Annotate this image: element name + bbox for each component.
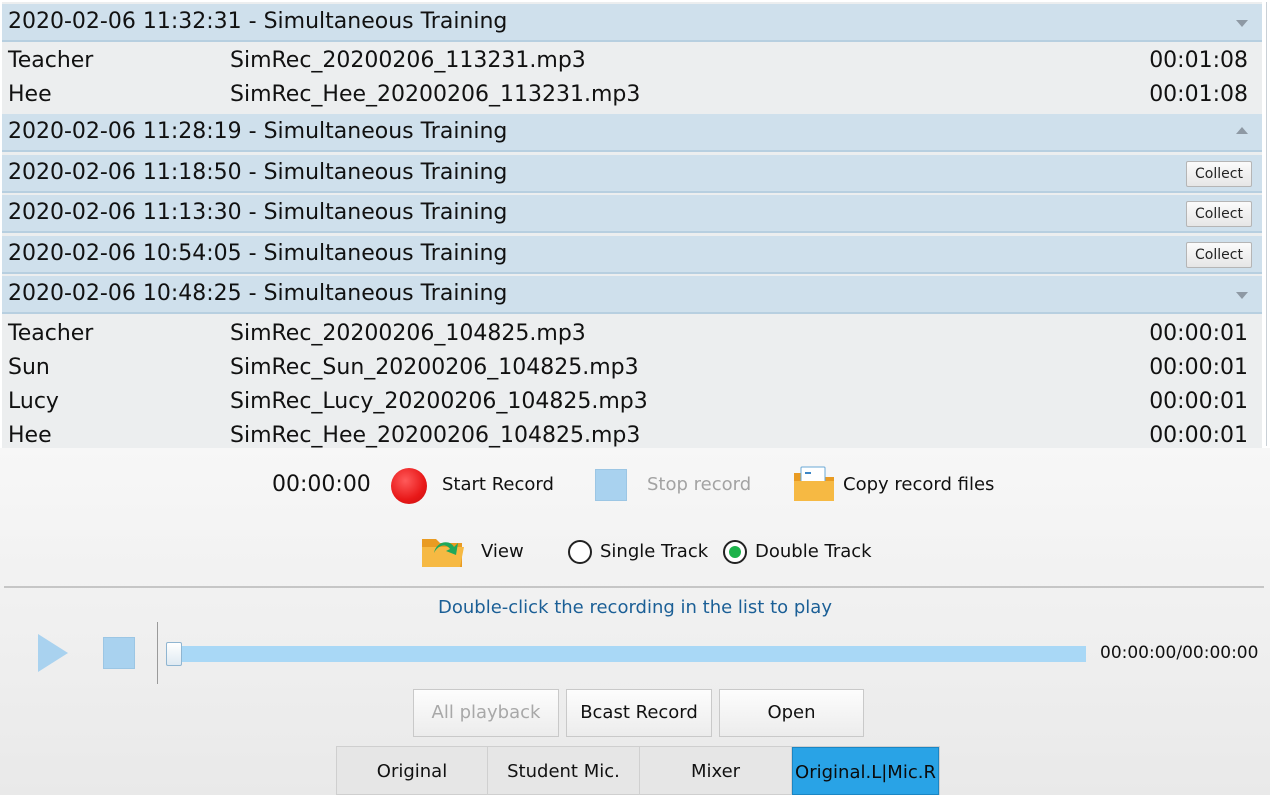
panel-divider (4, 586, 1264, 588)
file-owner: Hee (8, 82, 52, 107)
file-name: SimRec_20200206_104825.mp3 (230, 321, 586, 346)
tab-original[interactable]: Original (337, 747, 488, 795)
group-title: 2020-02-06 10:48:25 - Simultaneous Train… (8, 281, 508, 306)
recording-file-row[interactable]: Teacher SimRec_20200206_113231.mp3 00:01… (2, 44, 1262, 78)
recording-file-row[interactable]: Sun SimRec_Sun_20200206_104825.mp3 00:00… (2, 351, 1262, 385)
play-icon[interactable] (38, 634, 68, 672)
file-name: SimRec_20200206_113231.mp3 (230, 48, 586, 73)
recording-group-header[interactable]: 2020-02-06 10:48:25 - Simultaneous Train… (2, 276, 1262, 314)
file-name: SimRec_Hee_20200206_113231.mp3 (230, 82, 641, 107)
file-name: SimRec_Lucy_20200206_104825.mp3 (230, 389, 648, 414)
recording-group-header[interactable]: 2020-02-06 11:28:19 - Simultaneous Train… (2, 114, 1262, 152)
record-timer: 00:00:00 (272, 472, 371, 497)
playback-time: 00:00:00/00:00:00 (1100, 643, 1259, 663)
playback-slider-thumb[interactable] (166, 642, 182, 666)
recording-group-header[interactable]: 2020-02-06 10:54:05 - Simultaneous Train… (2, 236, 1262, 274)
tab-mixer[interactable]: Mixer (640, 747, 792, 795)
recording-file-row[interactable]: Teacher SimRec_20200206_104825.mp3 00:00… (2, 317, 1262, 351)
recording-file-row[interactable]: Hee SimRec_Hee_20200206_104825.mp3 00:00… (2, 419, 1262, 448)
folder-icon[interactable] (792, 465, 836, 507)
recording-group-header[interactable]: 2020-02-06 11:32:31 - Simultaneous Train… (2, 4, 1262, 42)
start-record-button[interactable]: Start Record (442, 473, 554, 497)
list-scrollbar[interactable] (1266, 2, 1267, 446)
file-duration: 00:00:01 (1149, 321, 1248, 346)
group-title: 2020-02-06 11:18:50 - Simultaneous Train… (8, 160, 508, 185)
control-panel (0, 448, 1270, 795)
recording-file-row[interactable]: Lucy SimRec_Lucy_20200206_104825.mp3 00:… (2, 385, 1262, 419)
file-name: SimRec_Sun_20200206_104825.mp3 (230, 355, 639, 380)
file-name: SimRec_Hee_20200206_104825.mp3 (230, 423, 641, 448)
recording-list[interactable]: 2020-02-06 11:32:31 - Simultaneous Train… (2, 2, 1262, 448)
single-track-label[interactable]: Single Track (600, 540, 708, 564)
audio-mode-tabs: Original Student Mic. Mixer Original.L|M… (336, 746, 940, 795)
record-icon[interactable] (391, 468, 427, 504)
chevron-down-icon[interactable] (1236, 20, 1248, 27)
stop-record-icon[interactable] (595, 469, 627, 501)
collect-button[interactable]: Collect (1186, 242, 1252, 268)
chevron-up-icon[interactable] (1236, 127, 1248, 134)
group-title: 2020-02-06 10:54:05 - Simultaneous Train… (8, 241, 508, 266)
file-owner: Lucy (8, 389, 59, 414)
file-duration: 00:00:01 (1149, 423, 1248, 448)
open-button[interactable]: Open (719, 689, 864, 737)
bcast-record-button[interactable]: Bcast Record (566, 689, 712, 737)
double-track-label[interactable]: Double Track (755, 540, 872, 564)
file-duration: 00:01:08 (1149, 82, 1248, 107)
recording-group-header[interactable]: 2020-02-06 11:18:50 - Simultaneous Train… (2, 155, 1262, 193)
file-owner: Teacher (8, 321, 94, 346)
view-button[interactable]: View (481, 540, 524, 564)
file-owner: Sun (8, 355, 50, 380)
all-playback-button[interactable]: All playback (413, 689, 559, 737)
file-duration: 00:00:01 (1149, 389, 1248, 414)
file-duration: 00:00:01 (1149, 355, 1248, 380)
group-title: 2020-02-06 11:28:19 - Simultaneous Train… (8, 119, 508, 144)
stop-record-button[interactable]: Stop record (647, 473, 751, 497)
copy-record-files-button[interactable]: Copy record files (843, 473, 994, 497)
player-separator (157, 622, 158, 684)
chevron-down-icon[interactable] (1236, 292, 1248, 299)
tab-student-mic[interactable]: Student Mic. (488, 747, 640, 795)
collect-button[interactable]: Collect (1186, 161, 1252, 187)
group-title: 2020-02-06 11:32:31 - Simultaneous Train… (8, 9, 508, 34)
playback-progress-bar[interactable] (168, 646, 1086, 662)
double-track-radio[interactable] (723, 540, 747, 564)
file-duration: 00:01:08 (1149, 48, 1248, 73)
single-track-radio[interactable] (568, 540, 592, 564)
play-hint: Double-click the recording in the list t… (438, 597, 832, 618)
open-folder-icon[interactable] (420, 533, 466, 573)
recording-group-header[interactable]: 2020-02-06 11:13:30 - Simultaneous Train… (2, 195, 1262, 233)
file-owner: Hee (8, 423, 52, 448)
stop-icon[interactable] (103, 637, 135, 669)
group-title: 2020-02-06 11:13:30 - Simultaneous Train… (8, 200, 508, 225)
collect-button[interactable]: Collect (1186, 201, 1252, 227)
file-owner: Teacher (8, 48, 94, 73)
tab-original-l-mic-r[interactable]: Original.L|Mic.R (792, 747, 939, 795)
recording-file-row[interactable]: Hee SimRec_Hee_20200206_113231.mp3 00:01… (2, 78, 1262, 112)
